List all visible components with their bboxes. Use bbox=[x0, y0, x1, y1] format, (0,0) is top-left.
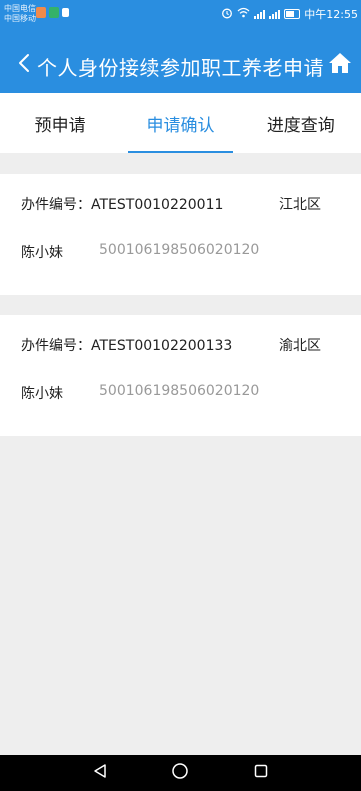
notification-app-icon bbox=[49, 7, 59, 18]
signal-icon bbox=[254, 9, 266, 19]
recents-square-icon bbox=[253, 763, 269, 783]
tab-label: 进度查询 bbox=[266, 115, 335, 136]
notification-app-icon bbox=[62, 8, 69, 17]
district-label: 江北区 bbox=[279, 197, 321, 213]
case-number: 办件编号：ATEST00102200133 bbox=[21, 338, 233, 354]
clock: 中午12:55 bbox=[304, 8, 358, 21]
home-circle-icon bbox=[171, 762, 189, 784]
status-bar: 中国电信 中国移动 中午12:55 bbox=[0, 0, 361, 38]
applicant-name: 陈小妹 bbox=[21, 386, 63, 402]
tab-bar: 预申请 申请确认 进度查询 bbox=[0, 93, 361, 153]
tab-label: 预申请 bbox=[34, 115, 86, 136]
record-card[interactable]: 办件编号：ATEST0010220011 江北区 陈小妹 50010619850… bbox=[0, 174, 361, 295]
id-number: 500106198506020120 bbox=[99, 242, 260, 258]
nav-recents-button[interactable] bbox=[249, 761, 273, 785]
district-label: 渝北区 bbox=[279, 338, 321, 354]
wifi-icon bbox=[237, 7, 250, 21]
applicant-name: 陈小妹 bbox=[21, 245, 63, 261]
battery-icon bbox=[284, 9, 301, 19]
id-number: 500106198506020120 bbox=[99, 383, 260, 399]
notification-icons bbox=[36, 7, 69, 18]
notification-app-icon bbox=[36, 7, 46, 18]
alarm-icon bbox=[221, 7, 233, 22]
record-card[interactable]: 办件编号：ATEST00102200133 渝北区 陈小妹 5001061985… bbox=[0, 315, 361, 436]
nav-back-button[interactable] bbox=[88, 761, 112, 785]
tab-label: 申请确认 bbox=[146, 115, 215, 136]
system-nav-bar bbox=[0, 755, 361, 791]
home-icon bbox=[328, 51, 352, 79]
carrier-info: 中国电信 中国移动 bbox=[4, 4, 36, 24]
tab-progress-query[interactable]: 进度查询 bbox=[241, 93, 361, 153]
status-icons: 中午12:55 bbox=[221, 6, 358, 22]
home-button[interactable] bbox=[325, 50, 355, 80]
back-triangle-icon bbox=[92, 763, 108, 783]
nav-home-button[interactable] bbox=[168, 761, 192, 785]
tab-pre-apply[interactable]: 预申请 bbox=[0, 93, 120, 153]
tab-apply-confirm[interactable]: 申请确认 bbox=[120, 93, 240, 153]
active-tab-indicator bbox=[128, 151, 233, 153]
case-number: 办件编号：ATEST0010220011 bbox=[21, 197, 224, 213]
signal-icon bbox=[269, 9, 281, 19]
carrier-line-1: 中国电信 bbox=[4, 4, 36, 13]
app-screen: 中国电信 中国移动 中午12:55 个人身份接续参加职工养老申请 预申请 申请确… bbox=[0, 0, 361, 791]
carrier-line-2: 中国移动 bbox=[4, 14, 36, 23]
page-title: 个人身份接续参加职工养老申请 bbox=[37, 56, 324, 80]
title-bar: 个人身份接续参加职工养老申请 bbox=[0, 38, 361, 93]
